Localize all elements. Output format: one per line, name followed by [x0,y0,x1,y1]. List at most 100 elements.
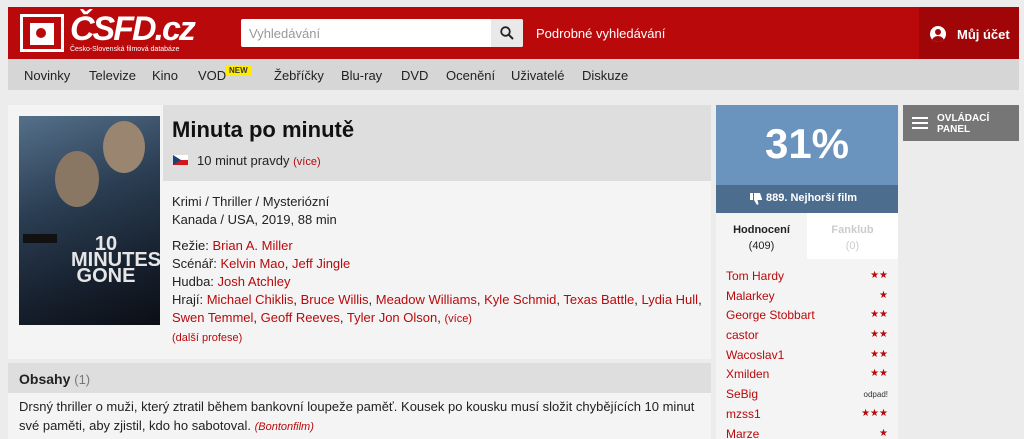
rating-row: SeBig odpad! [716,385,898,405]
nav-item-diskuze[interactable]: Diskuze [582,68,628,83]
control-panel-button[interactable]: OVLÁDACÍ PANEL [903,105,1019,141]
account-button[interactable]: Můj účet [919,7,1019,59]
rating-row: Marze ★ [716,425,898,439]
cast-link[interactable]: Geoff Reeves [261,310,340,325]
rank-bar[interactable]: 889. Nejhorší film [716,185,898,213]
rating-user-link[interactable]: Marze [726,427,759,439]
rating-row: Tom Hardy ★★ [716,267,898,287]
music-label: Hudba: [172,274,214,289]
nav-item-dvd[interactable]: DVD [401,68,428,83]
rating-user-link[interactable]: Malarkey [726,289,775,303]
rating-user-link[interactable]: mzss1 [726,407,761,421]
plot-title: Obsahy (1) [19,371,90,387]
search-input[interactable] [241,19,491,47]
rating-stars: ★★ [870,309,888,321]
rating-stars: ★★★ [861,407,888,419]
site-logo[interactable]: ČSFD.cz Česko-Slovenská filmová databáze [20,10,196,54]
rating-user-link[interactable]: George Stobbart [726,308,815,322]
advanced-search-link[interactable]: Podrobné vyhledávání [536,26,665,41]
tab-ratings[interactable]: Hodnocení (409) [716,213,807,259]
film-origin: Kanada / USA, 2019, 88 min [172,212,337,227]
cast-link[interactable]: Kyle Schmid [484,292,556,307]
nav-item-kino[interactable]: Kino [152,68,178,83]
rating-stars: ★★ [870,329,888,341]
plot-box: Obsahy (1) Drsný thriller o muži, který … [8,363,711,439]
rating-user-link[interactable]: Tom Hardy [726,269,784,283]
logo-film-icon [20,14,64,52]
control-panel-label: OVLÁDACÍ PANEL [937,113,990,135]
rating-stars: ★★ [870,270,888,281]
rating-stars: ★ [879,289,888,301]
alt-title-text: 10 minut pravdy [197,153,290,168]
tab-fanclub-label: Fanklub [831,224,874,236]
rating-row: Wacoslav1 ★★ [716,346,898,366]
cast-row: Hrají: Michael Chiklis, Bruce Willis, Me… [172,292,702,325]
tab-ratings-label: Hodnocení [733,224,790,236]
cast-link[interactable]: Bruce Willis [301,292,369,307]
czech-flag-icon [173,155,188,165]
user-icon [930,26,946,42]
rating-user-link[interactable]: castor [726,328,759,342]
search-button[interactable] [491,19,523,47]
logo-subtitle: Česko-Slovenská filmová databáze [70,46,180,53]
nav-item-vod[interactable]: VOD [198,68,226,83]
plot-source-link[interactable]: (Bontonfilm) [255,421,314,433]
logo-text: ČSFD.cz [70,10,196,48]
director-link[interactable]: Brian A. Miller [212,238,292,253]
nav-item-televize[interactable]: Televize [89,68,136,83]
cast-link[interactable]: Lydia Hull [641,292,698,307]
rating-row: castor ★★ [716,326,898,346]
nav-item-bluray[interactable]: Blu-ray [341,68,382,83]
rating-trash-label: odpad! [863,390,888,400]
rating-box: 31% [716,105,898,185]
cast-link[interactable]: Texas Battle [563,292,634,307]
cast-link[interactable]: Tyler Jon Olson [347,310,437,325]
nav-item-novinky[interactable]: Novinky [24,68,70,83]
site-header: ČSFD.cz Česko-Slovenská filmová databáze… [8,7,1019,59]
film-title: Minuta po minutě [172,117,355,142]
nav-item-zebricky[interactable]: Žebříčky [274,68,324,83]
writer-link[interactable]: Jeff Jingle [292,256,350,271]
rating-user-link[interactable]: Wacoslav1 [726,348,784,362]
music-link[interactable]: Josh Atchley [218,274,291,289]
film-box: 10 MINUTES GONE Minuta po minutě 10 minu… [8,105,711,359]
menu-icon [912,117,928,129]
cast-link[interactable]: Michael Chiklis [207,292,294,307]
plot-title-text: Obsahy [19,371,71,387]
rating-stars: ★ [879,427,888,439]
plot-body: Drsný thriller o muži, který ztratil běh… [19,399,695,433]
plot-count: (1) [74,372,91,387]
alt-title: 10 minut pravdy (více) [197,153,321,168]
rank-text: 889. Nejhorší film [766,192,858,204]
film-credits: Režie: Brian A. Miller Scénář: Kelvin Ma… [172,237,702,328]
film-genres: Krimi / Thriller / Mysteriózní [172,194,330,209]
rating-user-link[interactable]: Xmilden [726,367,769,381]
writers-label: Scénář: [172,256,217,271]
poster-title: 10 MINUTES GONE [71,233,160,287]
cast-link[interactable]: Swen Temmel [172,310,253,325]
main-nav: Novinky Televize Kino VOD NEW Žebříčky B… [8,59,1019,90]
account-label: Můj účet [957,27,1010,42]
nav-item-uzivatele[interactable]: Uživatelé [511,68,564,83]
writer-link[interactable]: Kelvin Mao [220,256,284,271]
more-professions-link[interactable]: (další profese) [172,332,242,344]
rating-stars: ★★ [870,368,888,380]
user-ratings-list: Tom Hardy ★★ Malarkey ★ George Stobbart … [716,267,898,439]
nav-item-oceneni[interactable]: Ocenění [446,68,495,83]
rating-row: George Stobbart ★★ [716,306,898,326]
tab-fanclub[interactable]: Fanklub (0) [807,213,898,259]
tab-fanclub-count: (0) [845,240,860,252]
cast-link[interactable]: Meadow Williams [376,292,477,307]
rating-row: Malarkey ★ [716,287,898,307]
rating-user-link[interactable]: SeBig [726,387,758,401]
plot-text: Drsný thriller o muži, který ztratil běh… [19,397,709,437]
cast-more-link[interactable]: (více) [444,313,472,325]
film-poster[interactable]: 10 MINUTES GONE [19,116,160,325]
alt-title-more-link[interactable]: (více) [293,156,321,168]
rating-stars: ★★ [870,348,888,360]
thumbs-down-icon [750,193,762,205]
director-row: Režie: Brian A. Miller [172,237,702,255]
new-badge: NEW [226,65,251,76]
search-icon [500,26,514,40]
film-info: Krimi / Thriller / Mysteriózní Kanada / … [172,193,337,229]
